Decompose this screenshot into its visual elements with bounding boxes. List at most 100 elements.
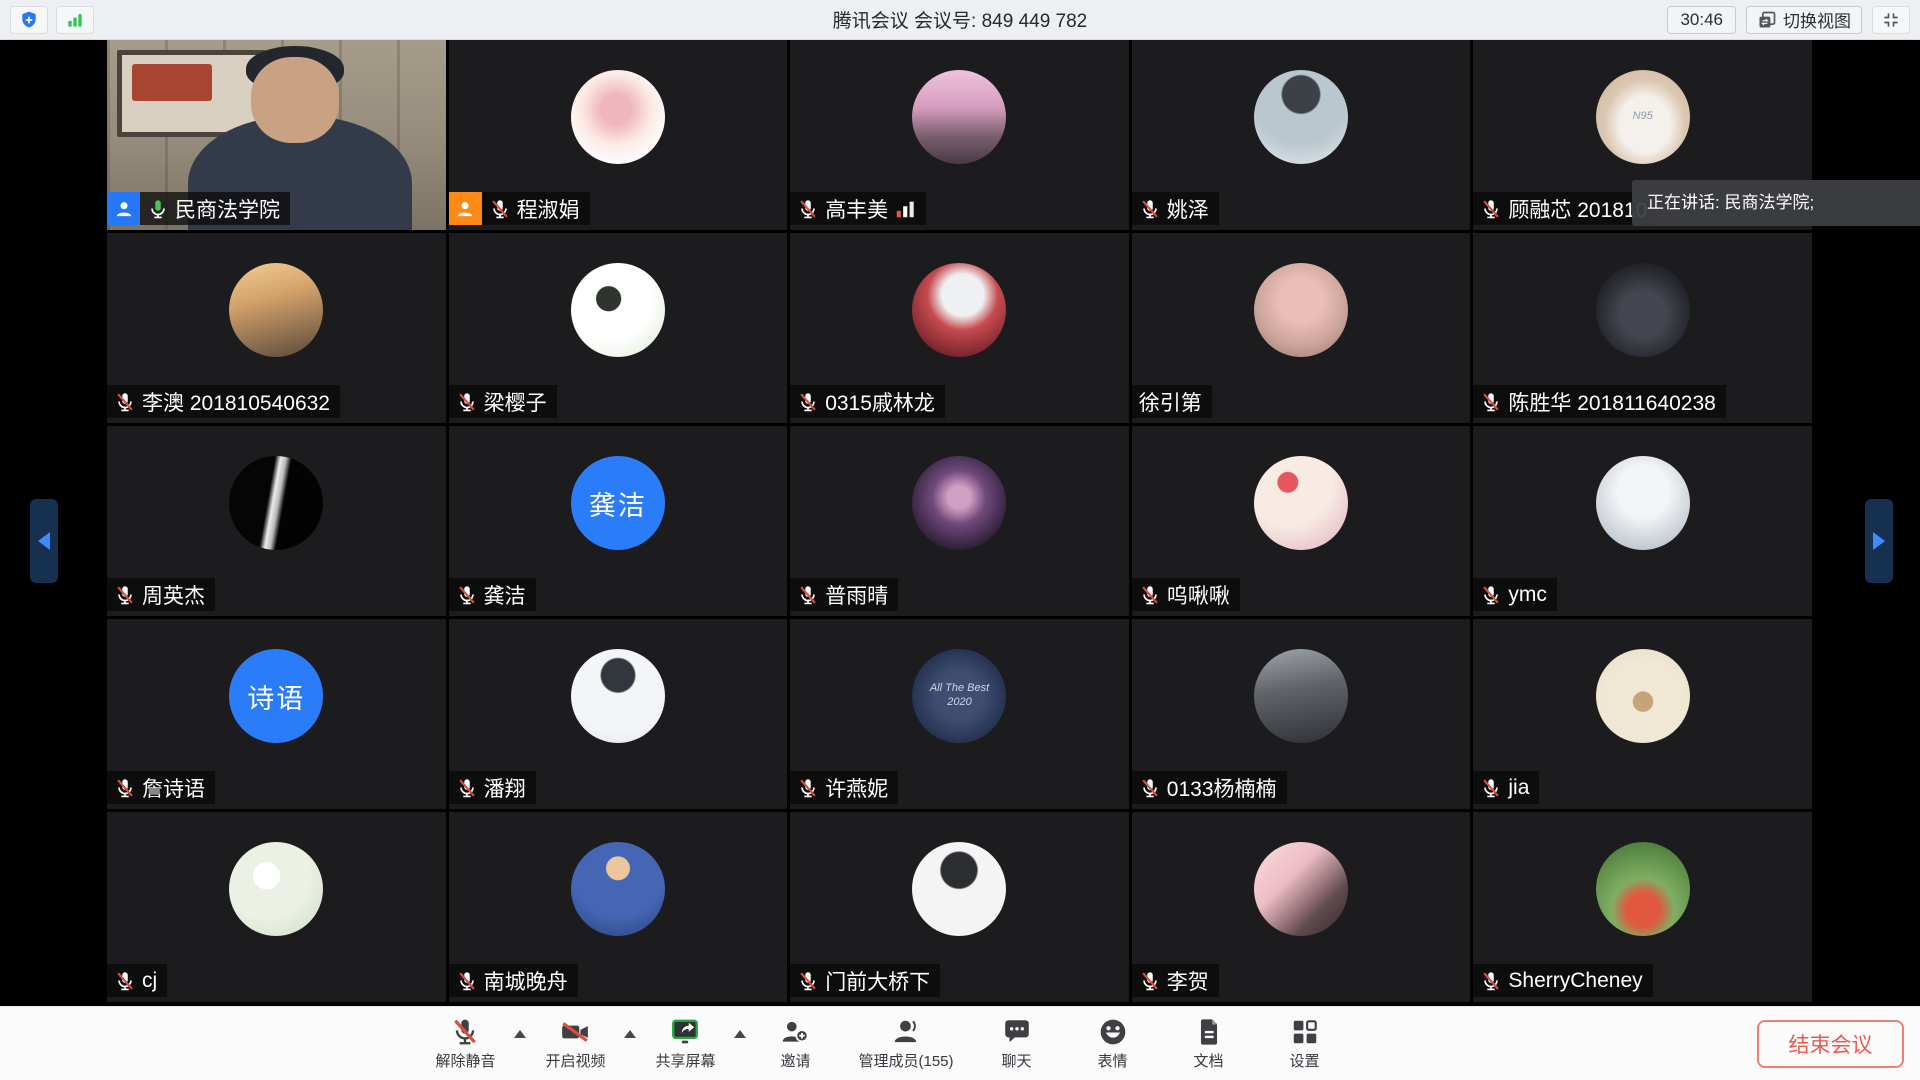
participant-label-segment: 梁樱子 <box>449 385 557 418</box>
participant-tile[interactable]: 民商法学院 <box>107 40 446 230</box>
avatar <box>229 456 323 550</box>
participant-label: SherryCheney <box>1473 964 1652 997</box>
toolbar-button[interactable]: 解除静音 <box>432 1016 498 1071</box>
participant-tile[interactable]: SherryCheney <box>1473 812 1812 1002</box>
share-screen-icon <box>670 1016 700 1048</box>
meeting-duration: 30:46 <box>1667 6 1736 34</box>
participant-tile[interactable]: 龚洁 龚洁 <box>449 426 788 616</box>
avatar <box>1254 842 1348 936</box>
participant-tile[interactable]: 梁樱子 <box>449 233 788 423</box>
participant-tile[interactable]: 陈胜华 201811640238 <box>1473 233 1812 423</box>
chat-icon <box>1002 1016 1032 1048</box>
toolbar-button[interactable]: 设置 <box>1272 1016 1338 1071</box>
toolbar-button[interactable]: 表情 <box>1080 1016 1146 1071</box>
next-page-arrow[interactable] <box>1865 499 1893 583</box>
participant-tile[interactable]: jia <box>1473 619 1812 809</box>
mic-muted-icon <box>1480 777 1502 799</box>
participant-name: 0133杨楠楠 <box>1167 773 1277 803</box>
shield-icon <box>19 10 39 30</box>
participant-label-segment: 0133杨楠楠 <box>1132 771 1287 804</box>
avatar <box>1254 649 1348 743</box>
mic-muted-icon <box>797 777 819 799</box>
participant-label: 南城晚舟 <box>449 964 578 997</box>
toolbar-button[interactable]: 管理成员(155) <box>858 1016 953 1071</box>
participant-name: 周英杰 <box>142 580 205 610</box>
avatar <box>912 456 1006 550</box>
participant-tile[interactable]: ymc <box>1473 426 1812 616</box>
exit-fullscreen-icon <box>1881 10 1901 30</box>
participant-label-segment: 南城晚舟 <box>449 964 578 997</box>
participant-name: 高丰美 <box>825 194 888 224</box>
participant-tile[interactable]: 高丰美 <box>790 40 1129 230</box>
prev-page-arrow[interactable] <box>30 499 58 583</box>
mic-muted-icon <box>114 970 136 992</box>
participant-tile[interactable]: 程淑娟 <box>449 40 788 230</box>
switch-view-button[interactable]: 切换视图 <box>1746 6 1862 34</box>
toolbar-label: 解除静音 <box>435 1050 495 1071</box>
participant-tile[interactable]: 徐引第 <box>1132 233 1471 423</box>
participant-tile[interactable]: All The Best 2020 许燕妮 <box>790 619 1129 809</box>
chevron-right-icon <box>1873 532 1885 550</box>
participant-tile[interactable]: 南城晚舟 <box>449 812 788 1002</box>
participant-tile[interactable]: 0133杨楠楠 <box>1132 619 1471 809</box>
participant-tile[interactable]: 诗语 詹诗语 <box>107 619 446 809</box>
avatar-caption: All The Best 2020 <box>919 682 999 710</box>
participant-tile[interactable]: 潘翔 <box>449 619 788 809</box>
participant-name: 姚泽 <box>1167 194 1209 224</box>
participant-label-segment: 顾融芯 201810 <box>1473 192 1657 225</box>
participant-name: 李贺 <box>1167 966 1209 996</box>
avatar <box>1596 649 1690 743</box>
caret-up-icon[interactable] <box>734 1030 746 1038</box>
cohost-badge-icon <box>449 192 482 225</box>
end-meeting-button[interactable]: 结束会议 <box>1757 1020 1904 1068</box>
avatar <box>912 70 1006 164</box>
caret-up-icon[interactable] <box>514 1030 526 1038</box>
avatar <box>571 649 665 743</box>
top-bar-left-group <box>10 6 94 34</box>
security-shield-button[interactable] <box>10 6 48 34</box>
caret-up-icon[interactable] <box>624 1030 636 1038</box>
mic-active-icon <box>147 198 169 220</box>
participant-tile[interactable]: 0315戚林龙 <box>790 233 1129 423</box>
toolbar-label: 邀请 <box>780 1050 810 1071</box>
speaking-toast: 正在讲话: 民商法学院; <box>1632 180 1920 226</box>
top-bar: 腾讯会议 会议号: 849 449 782 30:46 切换视图 <box>0 0 1920 40</box>
network-status-button[interactable] <box>56 6 94 34</box>
toolbar-button[interactable]: 邀请 <box>762 1016 828 1071</box>
toolbar-label: 管理成员(155) <box>858 1050 953 1071</box>
avatar <box>571 70 665 164</box>
mic-muted-icon <box>1480 970 1502 992</box>
participant-tile[interactable]: 姚泽 <box>1132 40 1471 230</box>
participant-tile[interactable]: 李澳 201810540632 <box>107 233 446 423</box>
participant-tile[interactable]: 周英杰 <box>107 426 446 616</box>
toolbar-label: 开启视频 <box>545 1050 605 1071</box>
avatar: N95 <box>1596 70 1690 164</box>
exit-fullscreen-button[interactable] <box>1872 6 1910 34</box>
participant-tile[interactable]: 普雨晴 <box>790 426 1129 616</box>
participant-label: 呜啾啾 <box>1132 578 1240 611</box>
participant-label-segment: 0315戚林龙 <box>790 385 945 418</box>
participant-label-segment: 李澳 201810540632 <box>107 385 340 418</box>
toolbar-button[interactable]: 开启视频 <box>542 1016 608 1071</box>
toolbar-button[interactable]: 共享屏幕 <box>652 1016 718 1071</box>
participant-label: 詹诗语 <box>107 771 215 804</box>
participant-tile[interactable]: 门前大桥下 <box>790 812 1129 1002</box>
participant-tile[interactable]: 李贺 <box>1132 812 1471 1002</box>
participant-label: 潘翔 <box>449 771 536 804</box>
toolbar-button[interactable]: 文档 <box>1176 1016 1242 1071</box>
avatar <box>1254 70 1348 164</box>
top-bar-right-group: 30:46 切换视图 <box>1667 6 1910 34</box>
participant-label-segment: jia <box>1473 771 1539 804</box>
participant-tile[interactable]: cj <box>107 812 446 1002</box>
avatar <box>1254 456 1348 550</box>
toolbar-button[interactable]: 聊天 <box>984 1016 1050 1071</box>
emoji-icon <box>1098 1016 1128 1048</box>
mic-muted-icon <box>1139 584 1161 606</box>
meeting-title: 腾讯会议 会议号: 849 449 782 <box>833 6 1088 33</box>
avatar <box>229 263 323 357</box>
avatar: 龚洁 <box>571 456 665 550</box>
participant-tile[interactable]: 呜啾啾 <box>1132 426 1471 616</box>
participant-name: 许燕妮 <box>825 773 888 803</box>
participant-label: 普雨晴 <box>790 578 898 611</box>
avatar <box>1254 263 1348 357</box>
